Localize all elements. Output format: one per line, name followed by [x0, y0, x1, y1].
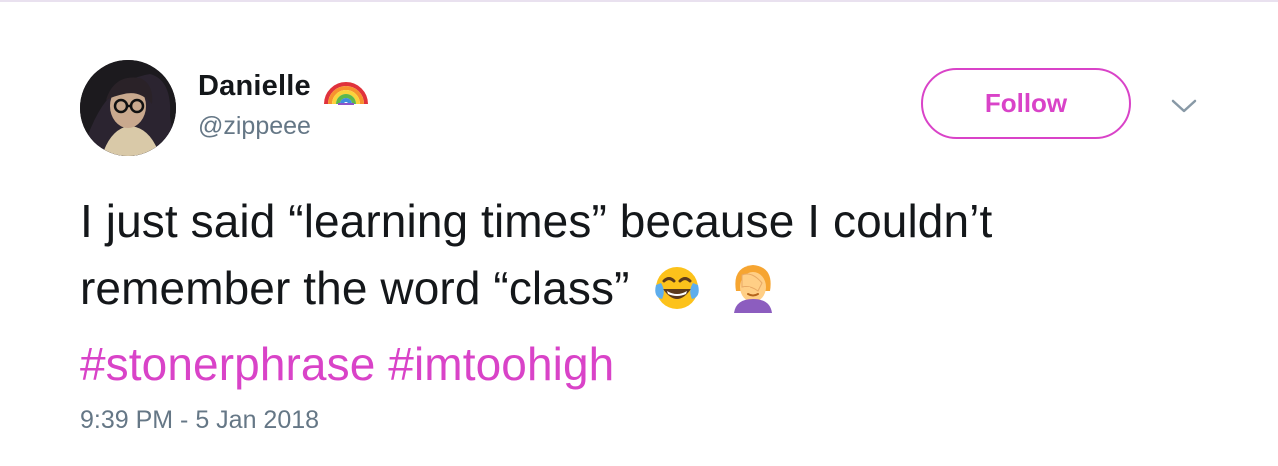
- tweet-text-line-2-text: remember the word “class”: [80, 262, 630, 314]
- rainbow-icon: [323, 66, 369, 106]
- avatar-photo: [80, 60, 176, 156]
- tweet-hashtags: #stonerphrase #imtoohigh: [80, 331, 1240, 398]
- tweet-text-line-2: remember the word “class”: [80, 255, 1240, 331]
- hashtag-link[interactable]: #imtoohigh: [388, 338, 614, 390]
- follow-button[interactable]: Follow: [921, 68, 1131, 139]
- author-name-row: Danielle: [198, 66, 369, 106]
- hashtag-link[interactable]: #stonerphrase: [80, 338, 375, 390]
- tweet-timestamp[interactable]: 9:39 PM - 5 Jan 2018: [80, 406, 319, 435]
- tweet-card: Danielle @zippeee Follow I just said “le…: [0, 0, 1278, 466]
- author-handle[interactable]: @zippeee: [198, 112, 311, 141]
- tweet-text-line-1: I just said “learning times” because I c…: [80, 195, 993, 247]
- chevron-down-icon: [1171, 99, 1197, 113]
- more-options-button[interactable]: [1168, 92, 1200, 120]
- display-name[interactable]: Danielle: [198, 70, 311, 103]
- woman-facepalming-icon: [728, 261, 778, 331]
- avatar[interactable]: [80, 60, 176, 156]
- tweet-text: I just said “learning times” because I c…: [80, 188, 1240, 398]
- face-with-tears-of-joy-icon: [652, 263, 702, 331]
